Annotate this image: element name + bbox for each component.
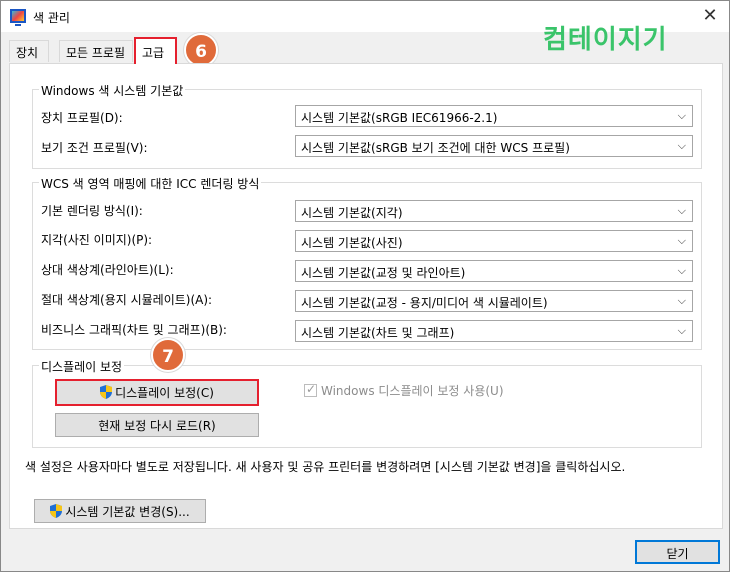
absolute-colorimetric-label: 절대 색상계(용지 시뮬레이트)(A): bbox=[41, 293, 213, 307]
chevron-down-icon: ⌵ bbox=[677, 264, 686, 277]
chevron-down-icon: ⌵ bbox=[677, 109, 686, 122]
default-rendering-value: 시스템 기본값(지각) bbox=[301, 206, 403, 220]
settings-info-text: 색 설정은 사용자마다 별도로 저장됩니다. 새 사용자 및 공유 프린터를 변… bbox=[25, 460, 626, 474]
reload-calibration-button[interactable]: 현재 보정 다시 로드(R) bbox=[55, 413, 259, 437]
relative-colorimetric-value: 시스템 기본값(교정 및 라인아트) bbox=[301, 266, 466, 280]
absolute-colorimetric-select[interactable]: 시스템 기본값(교정 - 용지/미디어 색 시뮬레이트) ⌵ bbox=[295, 290, 693, 312]
uac-shield-icon bbox=[100, 385, 113, 399]
tab-advanced[interactable]: 고급 bbox=[134, 37, 177, 64]
viewing-conditions-label: 보기 조건 프로필(V): bbox=[41, 141, 148, 155]
close-button[interactable]: 닫기 bbox=[635, 540, 720, 564]
business-graphics-label: 비즈니스 그래픽(차트 및 그래프)(B): bbox=[41, 323, 227, 337]
calibrate-display-label: 디스플레이 보정(C) bbox=[115, 386, 214, 400]
wcs-mapping-legend: WCS 색 영역 매핑에 대한 ICC 렌더링 방식 bbox=[39, 175, 262, 192]
viewing-conditions-value: 시스템 기본값(sRGB 보기 조건에 대한 WCS 프로필) bbox=[301, 141, 570, 155]
calibrate-display-button[interactable]: 디스플레이 보정(C) bbox=[55, 379, 259, 406]
tab-devices[interactable]: 장치 bbox=[9, 40, 49, 62]
perceptual-value: 시스템 기본값(사진) bbox=[301, 236, 403, 250]
use-calibration-checkbox[interactable] bbox=[304, 382, 317, 397]
default-rendering-label: 기본 렌더링 방식(I): bbox=[41, 204, 143, 218]
step-6-badge: 6 bbox=[184, 33, 218, 67]
change-system-defaults-label: 시스템 기본값 변경(S)... bbox=[65, 505, 190, 519]
perceptual-select[interactable]: 시스템 기본값(사진) ⌵ bbox=[295, 230, 693, 252]
display-calibration-legend: 디스플레이 보정 bbox=[39, 358, 125, 375]
viewing-conditions-select[interactable]: 시스템 기본값(sRGB 보기 조건에 대한 WCS 프로필) ⌵ bbox=[295, 135, 693, 157]
chevron-down-icon: ⌵ bbox=[677, 204, 686, 217]
display-calibration-group: 디스플레이 보정 디스플레이 보정(C) 현재 보정 다시 로드(R) Wind… bbox=[32, 358, 702, 448]
absolute-colorimetric-value: 시스템 기본값(교정 - 용지/미디어 색 시뮬레이트) bbox=[301, 296, 548, 310]
windows-defaults-group: Windows 색 시스템 기본값 장치 프로필(D): 시스템 기본값(sRG… bbox=[32, 82, 702, 169]
business-graphics-select[interactable]: 시스템 기본값(차트 및 그래프) ⌵ bbox=[295, 320, 693, 342]
relative-colorimetric-select[interactable]: 시스템 기본값(교정 및 라인아트) ⌵ bbox=[295, 260, 693, 282]
window-title: 색 관리 bbox=[33, 11, 70, 25]
wcs-mapping-group: WCS 색 영역 매핑에 대한 ICC 렌더링 방식 기본 렌더링 방식(I):… bbox=[32, 175, 702, 350]
business-graphics-value: 시스템 기본값(차트 및 그래프) bbox=[301, 326, 455, 340]
use-calibration-label: Windows 디스플레이 보정 사용(U) bbox=[321, 384, 504, 398]
chevron-down-icon: ⌵ bbox=[677, 234, 686, 247]
close-window-button[interactable]: ✕ bbox=[697, 5, 723, 27]
windows-defaults-legend: Windows 색 시스템 기본값 bbox=[39, 82, 186, 99]
default-rendering-select[interactable]: 시스템 기본값(지각) ⌵ bbox=[295, 200, 693, 222]
device-profile-value: 시스템 기본값(sRGB IEC61966-2.1) bbox=[301, 111, 498, 125]
monitor-icon bbox=[10, 9, 26, 26]
chevron-down-icon: ⌵ bbox=[677, 139, 686, 152]
perceptual-label: 지각(사진 이미지)(P): bbox=[41, 233, 153, 247]
chevron-down-icon: ⌵ bbox=[677, 324, 686, 337]
relative-colorimetric-label: 상대 색상계(라인아트)(L): bbox=[41, 263, 174, 277]
color-management-window: 색 관리 ✕ 컴테이지기 장치 모든 프로필 고급 6 Windows 색 시스… bbox=[0, 0, 730, 572]
device-profile-select[interactable]: 시스템 기본값(sRGB IEC61966-2.1) ⌵ bbox=[295, 105, 693, 127]
tab-bar: 장치 모든 프로필 고급 bbox=[1, 32, 729, 64]
chevron-down-icon: ⌵ bbox=[677, 294, 686, 307]
step-7-badge: 7 bbox=[151, 338, 185, 372]
uac-shield-icon bbox=[50, 504, 63, 518]
tab-all-profiles[interactable]: 모든 프로필 bbox=[59, 40, 133, 62]
change-system-defaults-button[interactable]: 시스템 기본값 변경(S)... bbox=[34, 499, 206, 523]
device-profile-label: 장치 프로필(D): bbox=[41, 111, 123, 125]
use-calibration-option[interactable]: Windows 디스플레이 보정 사용(U) bbox=[304, 382, 504, 399]
